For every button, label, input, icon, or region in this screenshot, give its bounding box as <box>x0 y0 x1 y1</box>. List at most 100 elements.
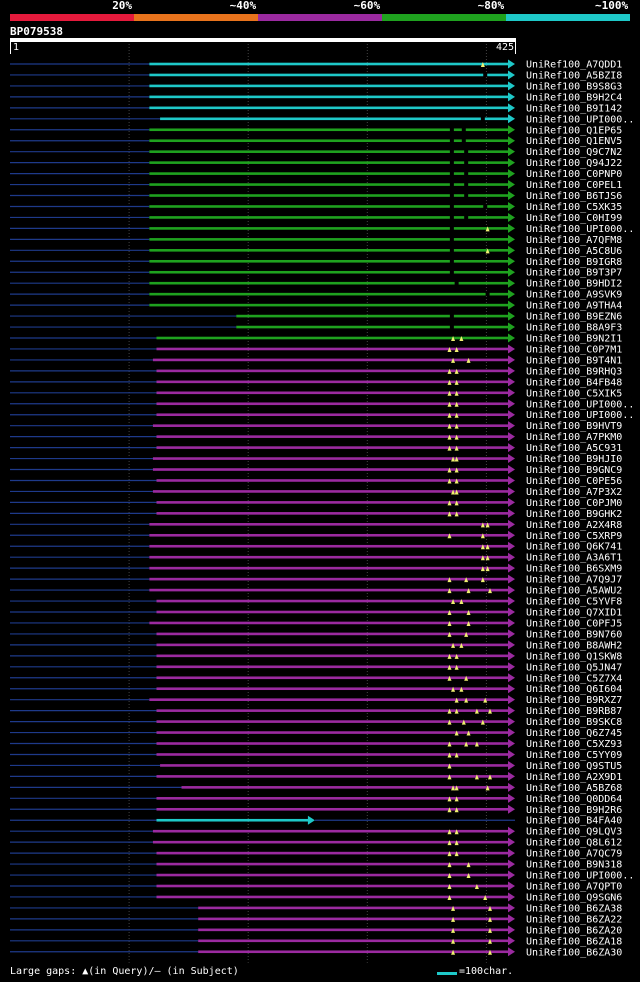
hit-label: UniRef100_Q5JN47 <box>526 662 622 673</box>
hit-bar <box>198 906 509 910</box>
hit-label: UniRef100_A7Q9J7 <box>526 575 622 586</box>
hit-label: UniRef100_B9HJI0 <box>526 454 622 465</box>
hit-bar <box>149 292 509 296</box>
hit-bar <box>156 862 510 866</box>
hit-label: UniRef100_B6TJS6 <box>526 191 622 202</box>
hit-arrow <box>508 541 515 551</box>
subject-gap-mark <box>485 292 490 297</box>
hit-label: UniRef100_A7PKM0 <box>526 432 622 443</box>
hit-label: UniRef100_B9N760 <box>526 629 622 640</box>
hit-label: UniRef100_C0PNP0 <box>526 169 622 180</box>
hit-bar <box>149 84 509 88</box>
hit-arrow <box>508 837 515 847</box>
hit-label: UniRef100_B6ZA30 <box>526 947 622 958</box>
hit-label: UniRef100_B8AWH2 <box>526 640 622 651</box>
hit-arrow <box>508 486 515 496</box>
hit-label: UniRef100_C5XIK5 <box>526 388 622 399</box>
hit-arrow <box>508 596 515 606</box>
hit-bar <box>156 643 510 647</box>
hit-arrow <box>508 410 515 420</box>
hit-label: UniRef100_B6ZA22 <box>526 914 622 925</box>
hit-label: UniRef100_B9GHK2 <box>526 509 622 520</box>
hit-bar <box>149 183 509 186</box>
subject-gap-mark <box>464 149 469 154</box>
hit-arrow <box>508 421 515 431</box>
hit-bar <box>156 336 510 340</box>
hit-bar <box>149 555 509 559</box>
hit-arrow <box>508 585 515 595</box>
subject-gap-mark <box>480 116 485 121</box>
hit-bar <box>149 106 509 110</box>
hit-label: UniRef100_C0PE56 <box>526 476 622 487</box>
hit-arrow <box>508 366 515 376</box>
hit-arrow <box>508 629 515 639</box>
hit-bar <box>149 161 509 164</box>
hit-bar <box>198 917 509 921</box>
subject-gap-mark <box>449 182 454 187</box>
hit-label: UniRef100_B6ZA20 <box>526 925 622 936</box>
hit-arrow <box>508 322 515 332</box>
hit-bar <box>156 599 510 603</box>
hit-bar <box>156 687 510 691</box>
subject-gap-mark <box>483 204 488 209</box>
hit-label: UniRef100_B9T3P7 <box>526 268 622 279</box>
hit-label: UniRef100_A7QDD1 <box>526 60 622 71</box>
hit-bar <box>156 895 510 899</box>
hit-arrow <box>508 771 515 781</box>
hit-arrow <box>508 640 515 650</box>
hit-bar <box>149 621 509 625</box>
hit-arrow <box>508 717 515 727</box>
legend-label: ~40% <box>229 0 257 12</box>
hit-arrow <box>508 201 515 211</box>
hit-bar <box>198 939 509 943</box>
hit-arrow <box>508 432 515 442</box>
hit-bar <box>156 632 510 636</box>
hit-bar <box>156 676 510 680</box>
hit-arrow <box>508 618 515 628</box>
hit-bar <box>149 249 509 252</box>
hit-label: UniRef100_B9HVT9 <box>526 421 622 432</box>
subject-gap-mark <box>464 160 469 165</box>
hit-label: UniRef100_Q6Z745 <box>526 728 622 739</box>
hit-label: UniRef100_A2X4R8 <box>526 520 622 531</box>
hit-label: UniRef100_Q94J22 <box>526 158 622 169</box>
subject-gap-mark <box>449 248 454 253</box>
hit-label: UniRef100_B6SXM9 <box>526 564 622 575</box>
hit-label: UniRef100_B9N2I1 <box>526 334 622 345</box>
hit-bar <box>236 325 509 329</box>
legend-label: 20% <box>112 0 133 12</box>
hit-arrow <box>508 191 515 201</box>
hit-bar <box>156 818 309 822</box>
hit-bar <box>149 698 509 701</box>
hit-bar <box>149 128 509 132</box>
hit-arrow <box>508 739 515 749</box>
subject-gap-mark <box>464 215 469 220</box>
hit-label: UniRef100_B6ZA18 <box>526 936 622 947</box>
hit-arrow <box>508 684 515 694</box>
hit-arrow <box>508 760 515 770</box>
hit-label: UniRef100_B8A9F3 <box>526 323 622 334</box>
hit-label: UniRef100_B4FA40 <box>526 816 622 827</box>
subject-gap-mark <box>461 127 466 132</box>
hit-arrow <box>508 706 515 716</box>
hit-bar <box>149 270 509 274</box>
hit-label: UniRef100_C5YVF8 <box>526 597 622 608</box>
gaps-legend: Large gaps: ▲(in Query)/— (in Subject) <box>10 966 239 977</box>
hit-label: UniRef100_Q9STU5 <box>526 761 622 772</box>
hit-bar <box>160 117 510 121</box>
hit-arrow <box>508 881 515 891</box>
hit-arrow <box>508 212 515 222</box>
hit-arrow <box>508 782 515 792</box>
hit-bar <box>149 544 509 548</box>
hit-arrow <box>508 914 515 924</box>
hit-label: UniRef100_B9GNC9 <box>526 465 622 476</box>
hit-label: UniRef100_B9IGR8 <box>526 257 622 268</box>
hit-label: UniRef100_A7P3X2 <box>526 487 622 498</box>
hit-label: UniRef100_C5Z7X4 <box>526 673 622 684</box>
hit-label: UniRef100_A5BZ68 <box>526 783 622 794</box>
hit-label: UniRef100_A5C8U6 <box>526 246 622 257</box>
hit-arrow <box>307 815 315 825</box>
hit-arrow <box>508 355 515 365</box>
hit-label: UniRef100_B9RHQ3 <box>526 366 622 377</box>
hit-arrow <box>508 870 515 880</box>
